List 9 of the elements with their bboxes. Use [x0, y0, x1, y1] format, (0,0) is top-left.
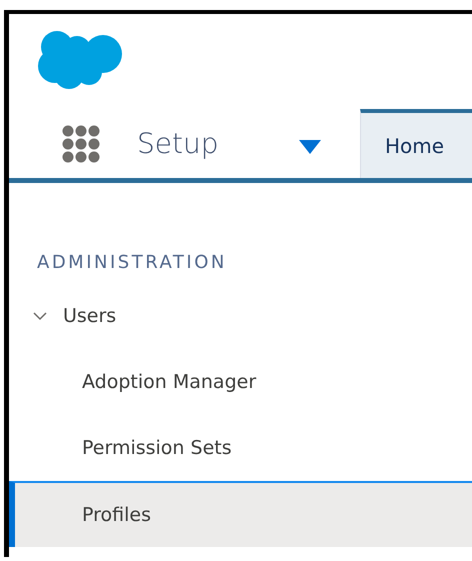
dropdown-caret-icon[interactable] [298, 140, 320, 154]
section-heading: ADMINISTRATION [36, 251, 228, 275]
app-launcher-icon[interactable] [62, 124, 100, 162]
sidebar-item[interactable]: Adoption Manager [9, 349, 472, 415]
app-name: Setup [137, 127, 218, 160]
nav-tab[interactable]: Home [360, 109, 472, 178]
sidebar-item[interactable]: Profiles [9, 481, 472, 547]
sidebar-item[interactable]: Permission Sets [9, 415, 472, 481]
sidebar-item[interactable]: Users [9, 283, 472, 349]
